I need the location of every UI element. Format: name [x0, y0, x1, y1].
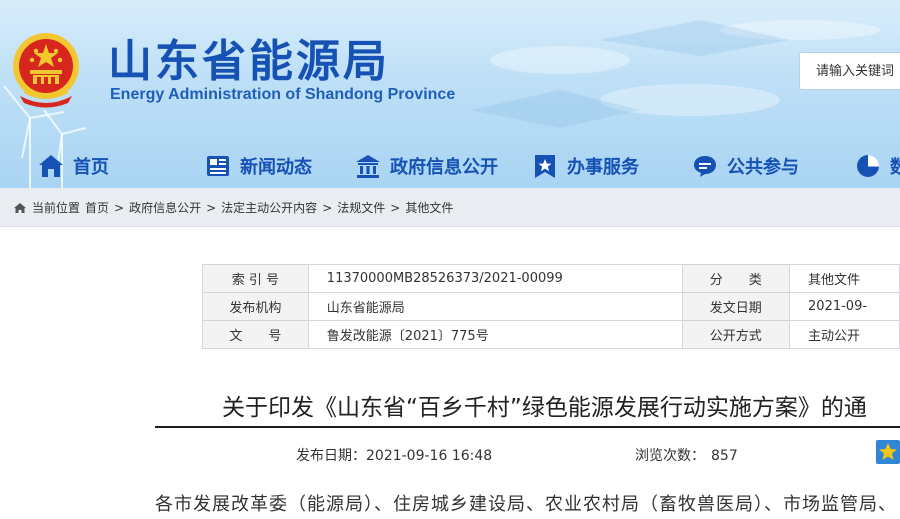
table-cell-label: 发布机构 — [202, 292, 309, 321]
title-divider — [155, 426, 900, 428]
nav-item-label: 办事服务 — [567, 157, 639, 178]
view-count: 浏览次数： 857 — [635, 445, 738, 465]
table-cell-value: 主动公开 — [789, 320, 900, 349]
favorite-star-icon[interactable] — [876, 440, 900, 464]
article-body-first-line: 各市发展改革委（能源局）、住房城乡建设局、农业农村局（畜牧兽医局）、市场监管局、 — [155, 494, 897, 515]
breadcrumb-link-other-files[interactable]: 其他文件 — [405, 199, 453, 216]
main-nav: 首页 新闻动态 政府信息公开 办事服务 公共参与 数 — [0, 146, 900, 186]
nav-item-public-participation[interactable]: 公共参与 — [692, 146, 799, 186]
search-input[interactable] — [800, 53, 900, 89]
table-row: 文 号 鲁发改能源〔2021〕775号 公开方式 主动公开 — [202, 320, 900, 349]
site-title: 山东省能源局 — [108, 36, 390, 87]
nav-item-label: 政府信息公开 — [390, 157, 498, 178]
nav-item-services[interactable]: 办事服务 — [532, 146, 639, 186]
table-cell-value: 山东省能源局 — [307, 292, 683, 321]
table-cell-label: 发文日期 — [681, 292, 791, 321]
star-service-icon — [535, 155, 555, 178]
publish-date: 发布日期：2021-09-16 16:48 — [296, 445, 492, 465]
breadcrumb-prefix: 当前位置 — [32, 201, 81, 215]
table-row: 发布机构 山东省能源局 发文日期 2021-09- — [202, 292, 900, 321]
chat-bubble-icon — [694, 156, 716, 177]
home-icon — [14, 202, 26, 213]
table-cell-value: 鲁发改能源〔2021〕775号 — [307, 320, 683, 349]
search-box — [799, 52, 900, 90]
document-info-table: 索 引 号 11370000MB28526373/2021-00099 分 类 … — [202, 264, 900, 349]
nav-item-label: 首页 — [73, 157, 109, 178]
table-cell-label: 文 号 — [202, 320, 309, 349]
table-cell-value: 2021-09- — [789, 292, 900, 321]
table-cell-value: 11370000MB28526373/2021-00099 — [307, 264, 683, 293]
national-emblem-logo — [13, 33, 79, 108]
nav-item-data[interactable]: 数 — [855, 146, 900, 186]
nav-item-label: 新闻动态 — [240, 157, 312, 178]
breadcrumb-link-statutory-content[interactable]: 法定主动公开内容 — [221, 199, 317, 216]
table-row: 索 引 号 11370000MB28526373/2021-00099 分 类 … — [202, 264, 900, 293]
view-count-value: 857 — [711, 448, 738, 464]
breadcrumb-bar: 当前位置 首页 > 政府信息公开 > 法定主动公开内容 > 法规文件 > 其他文件 — [0, 188, 900, 227]
table-cell-label: 索 引 号 — [202, 264, 309, 293]
newspaper-icon — [207, 156, 229, 176]
government-building-icon — [356, 155, 380, 178]
publish-date-value: 2021-09-16 16:48 — [366, 448, 493, 464]
home-icon — [39, 155, 63, 177]
nav-item-news[interactable]: 新闻动态 — [205, 146, 312, 186]
breadcrumb-link-gov-info[interactable]: 政府信息公开 — [129, 199, 201, 216]
nav-item-label: 数 — [890, 157, 900, 178]
publish-date-label: 发布日期： — [296, 448, 366, 464]
nav-item-label: 公共参与 — [727, 157, 799, 178]
article-title: 关于印发《山东省“百乡千村”绿色能源发展行动实施方案》的通 — [222, 395, 867, 421]
breadcrumb-link-home[interactable]: 首页 — [85, 199, 109, 216]
view-count-label: 浏览次数： — [635, 448, 705, 464]
table-cell-label: 分 类 — [681, 264, 791, 293]
nav-item-gov-info[interactable]: 政府信息公开 — [355, 146, 498, 186]
pie-chart-icon — [857, 155, 879, 177]
breadcrumb-link-regulations[interactable]: 法规文件 — [337, 199, 385, 216]
table-cell-value: 其他文件 — [789, 264, 900, 293]
nav-item-home[interactable]: 首页 — [38, 146, 109, 186]
table-cell-label: 公开方式 — [681, 320, 791, 349]
breadcrumb: 当前位置 首页 > 政府信息公开 > 法定主动公开内容 > 法规文件 > 其他文件 — [13, 199, 453, 216]
site-header: 山东省能源局 Energy Administration of Shandong… — [0, 0, 900, 188]
site-title-english: Energy Administration of Shandong Provin… — [110, 86, 456, 103]
